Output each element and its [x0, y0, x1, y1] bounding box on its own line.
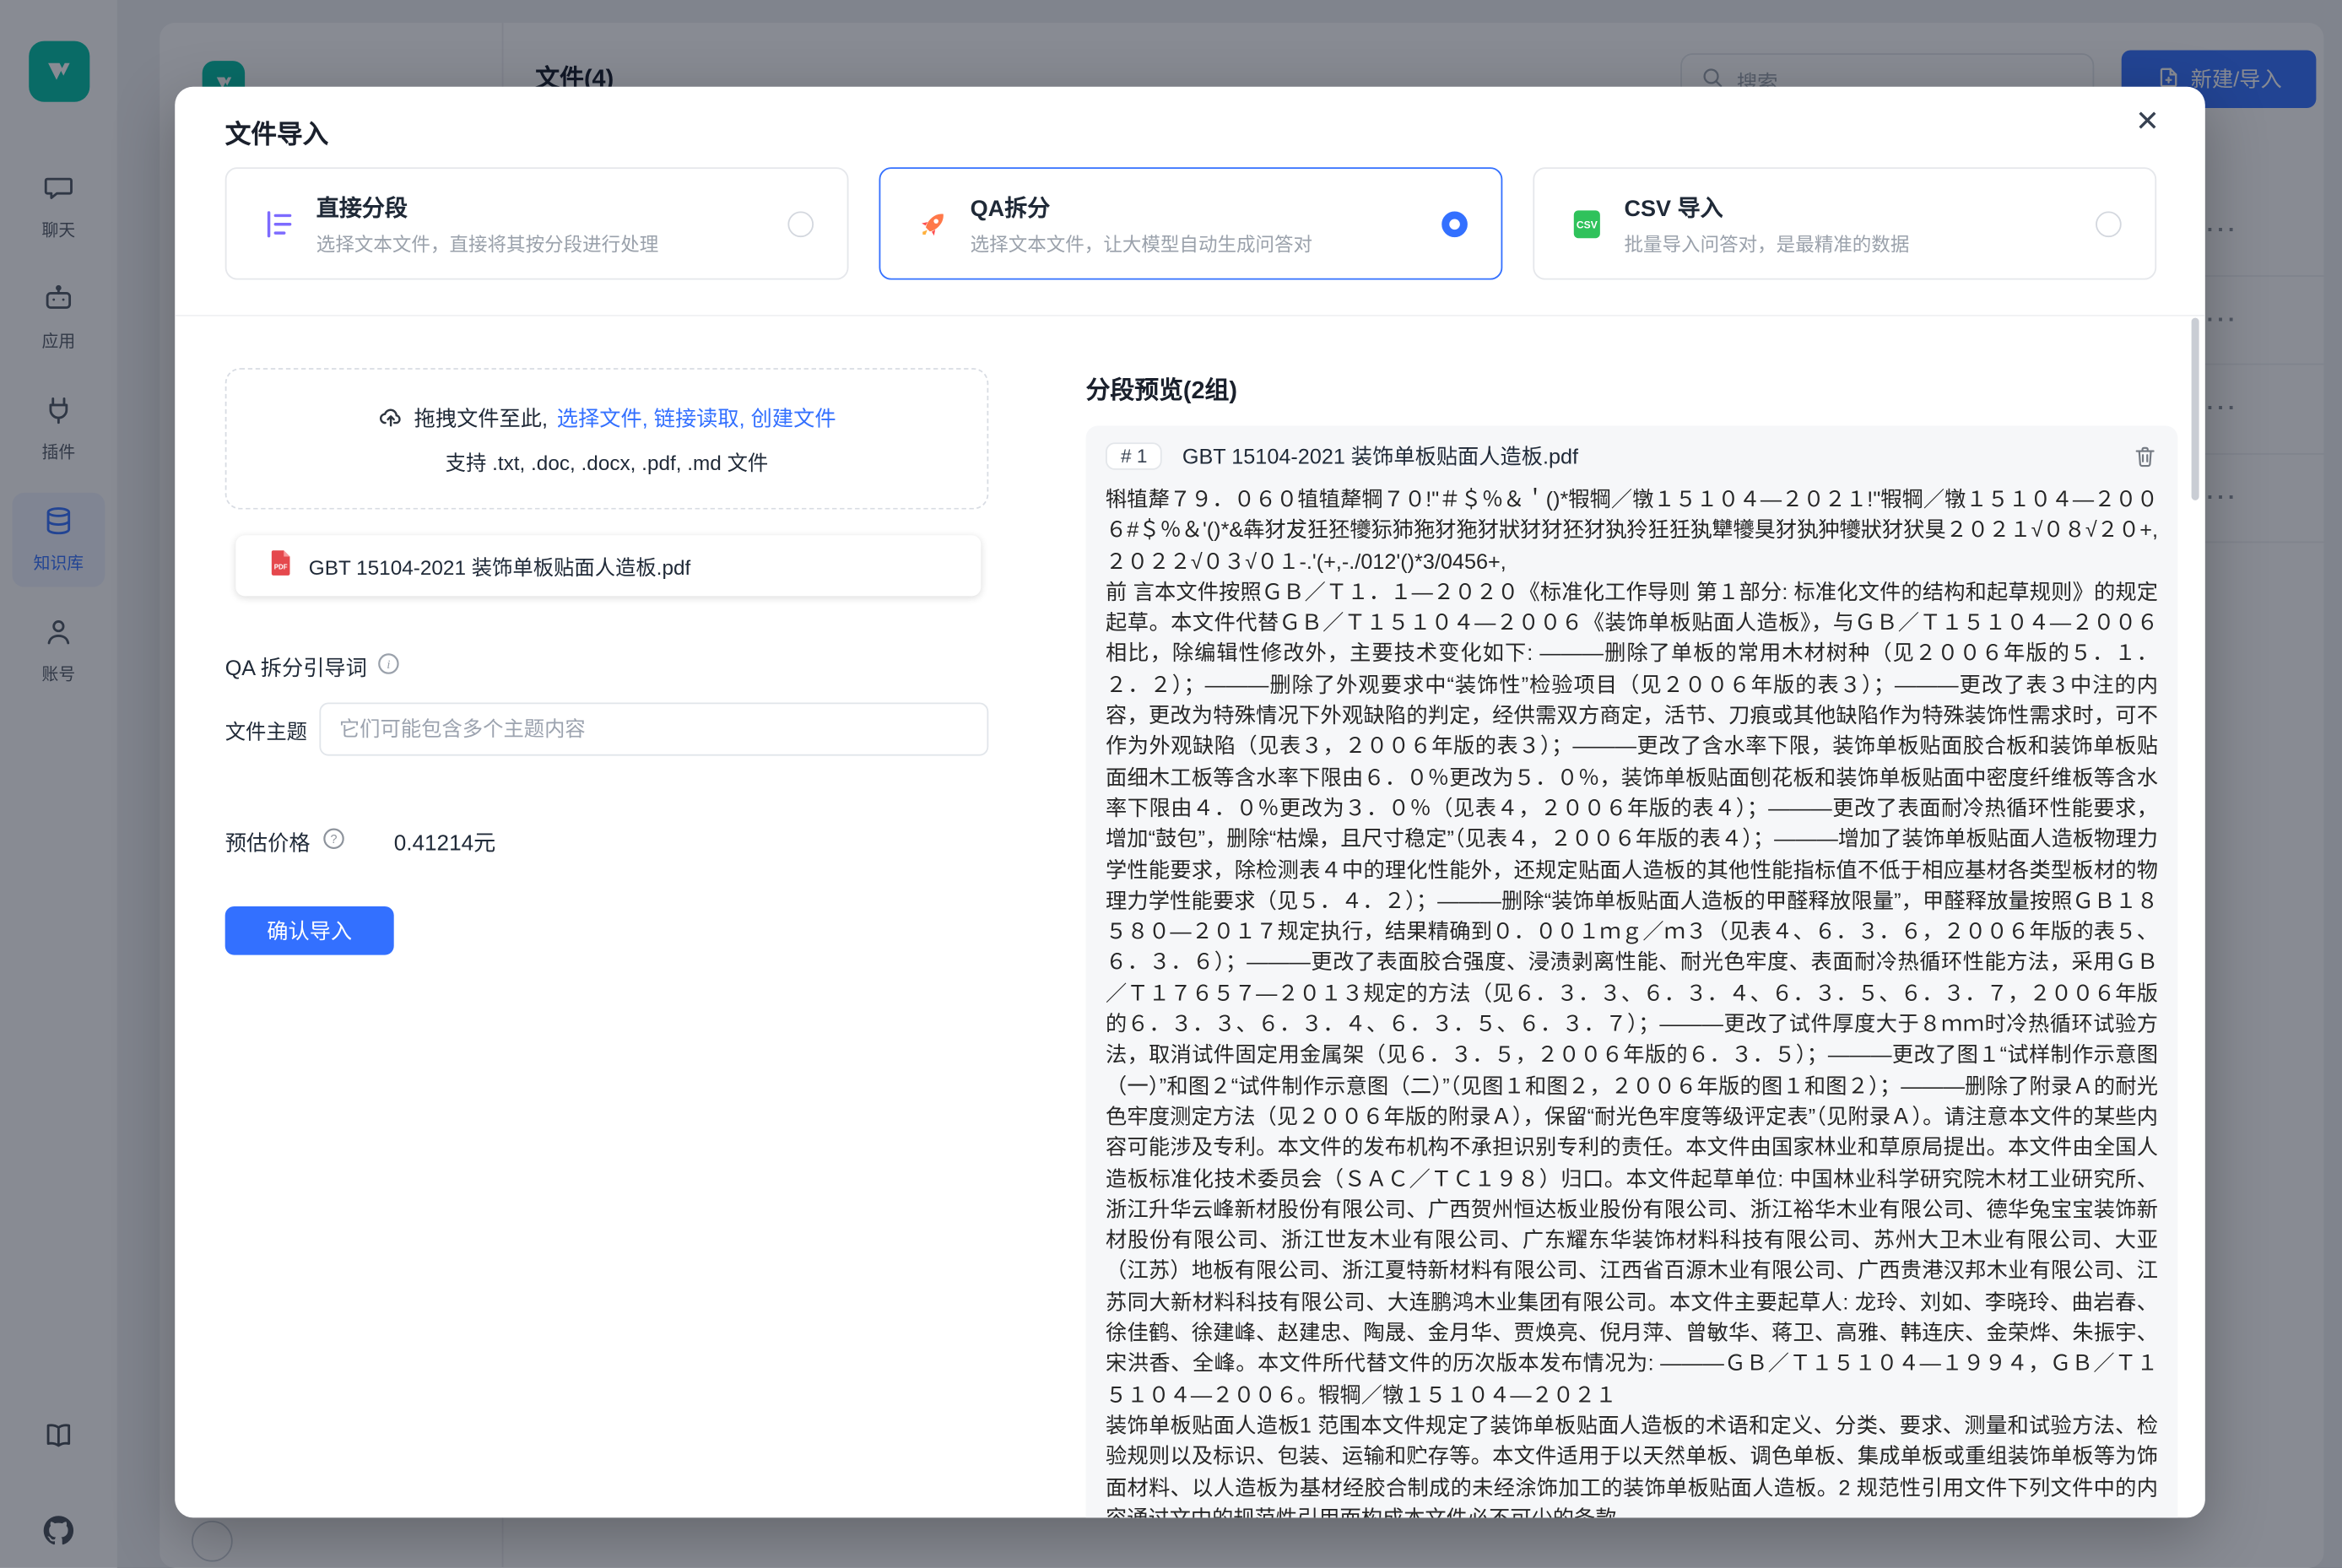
price-value: 0.41214元: [394, 825, 496, 857]
confirm-import-button[interactable]: 确认导入: [225, 906, 394, 955]
csv-icon: CSV: [1568, 205, 1604, 241]
radio-qa-split[interactable]: [1441, 211, 1468, 237]
topic-label: 文件主题: [225, 714, 320, 744]
mode-desc: 选择文本文件，直接将其按分段进行处理: [316, 227, 658, 256]
divider: [175, 315, 2205, 316]
chunk-paragraph: 装饰单板贴面人造板1 范围本文件规定了装饰单板贴面人造板的术语和定义、分类、要求…: [1106, 1409, 2158, 1517]
info-icon: i: [378, 652, 401, 683]
rocket-icon: [914, 205, 950, 241]
file-import-modal: 文件导入 ✕ 直接分段 选择文本文件，直接将其按分段进行处理 QA拆分 选择文本…: [175, 87, 2205, 1518]
dropzone-support-text: 支持 .txt, .doc, .docx, .pdf, .md 文件: [446, 445, 769, 475]
topic-input[interactable]: [319, 703, 988, 756]
mode-card-qa-split[interactable]: QA拆分 选择文本文件，让大模型自动生成问答对: [879, 167, 1503, 279]
mode-title: CSV 导入: [1624, 191, 1909, 223]
trash-icon[interactable]: [2132, 443, 2158, 469]
uploaded-file-name: GBT 15104-2021 装饰单板贴面人造板.pdf: [309, 550, 690, 581]
mode-desc: 选择文本文件，让大模型自动生成问答对: [971, 227, 1312, 256]
pdf-icon: PDF: [269, 549, 294, 583]
svg-text:?: ?: [331, 832, 338, 846]
mode-desc: 批量导入问答对，是最精准的数据: [1624, 227, 1909, 256]
price-label: 预估价格: [225, 826, 311, 857]
uploaded-file-item[interactable]: PDF GBT 15104-2021 装饰单板贴面人造板.pdf: [235, 535, 981, 596]
scrollbar[interactable]: [2192, 318, 2199, 500]
modal-title: 文件导入: [225, 112, 329, 150]
chunk-paragraph: 前 言本文件按照ＧＢ／Ｔ１．１—２０２０《标准化工作导则 第１部分: 标准化文件…: [1106, 576, 2158, 1409]
radio-csv-import[interactable]: [2096, 211, 2122, 237]
mode-card-csv-import[interactable]: CSV CSV 导入 批量导入问答对，是最精准的数据: [1533, 167, 2156, 279]
radio-direct-segment[interactable]: [787, 211, 814, 237]
chunk-paragraph: 犐犆犛７９．０６０犆犆犛犅７０!"＃＄％＆＇()*犌犅／犜１５１０４—２０２１!…: [1106, 484, 2158, 576]
mode-card-direct-segment[interactable]: 直接分段 选择文本文件，直接将其按分段进行处理: [225, 167, 849, 279]
mode-title: QA拆分: [971, 191, 1312, 223]
screen: 聊天 应用 插件 知识库 账号 文件(4): [0, 0, 2342, 1568]
mode-title: 直接分段: [316, 191, 658, 223]
svg-text:CSV: CSV: [1576, 219, 1597, 230]
preview-title: 分段预览(2组): [1086, 370, 1237, 406]
help-icon: ?: [322, 826, 345, 857]
preview-chunk-card: # 1 GBT 15104-2021 装饰单板贴面人造板.pdf 犐犆犛７９．０…: [1086, 426, 2178, 1518]
close-icon[interactable]: ✕: [2129, 102, 2166, 143]
dropzone-text: 拖拽文件至此,: [414, 403, 548, 434]
chunk-file-name: GBT 15104-2021 装饰单板贴面人造板.pdf: [1182, 441, 1578, 472]
file-action-links[interactable]: 选择文件, 链接读取, 创建文件: [557, 403, 836, 434]
svg-text:PDF: PDF: [274, 563, 288, 570]
segment-icon: [260, 205, 296, 241]
chunk-content[interactable]: 犐犆犛７９．０６０犆犆犛犅７０!"＃＄％＆＇()*犌犅／犜１５１０４—２０２１!…: [1106, 484, 2158, 1517]
file-dropzone[interactable]: 拖拽文件至此, 选择文件, 链接读取, 创建文件 支持 .txt, .doc, …: [225, 368, 989, 510]
import-mode-options: 直接分段 选择文本文件，直接将其按分段进行处理 QA拆分 选择文本文件，让大模型…: [225, 167, 2156, 279]
qa-prompt-label: QA 拆分引导词: [225, 652, 367, 683]
svg-text:i: i: [387, 657, 391, 672]
cloud-upload-icon: [377, 403, 404, 435]
chunk-index-badge: # 1: [1106, 442, 1162, 469]
